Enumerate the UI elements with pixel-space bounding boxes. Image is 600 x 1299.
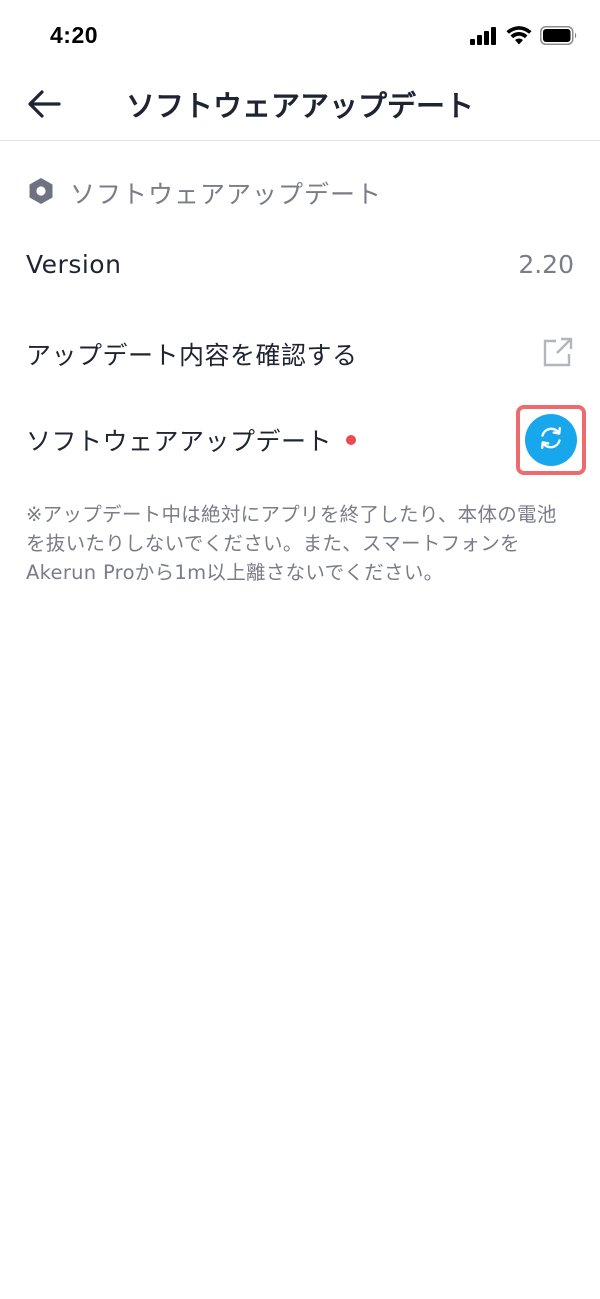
version-label: Version — [26, 249, 122, 279]
software-update-label-group: ソフトウェアアップデート — [26, 422, 357, 458]
wifi-icon — [506, 26, 532, 45]
signal-icon — [470, 26, 498, 45]
status-bar: 4:20 — [0, 0, 600, 72]
update-button[interactable] — [525, 414, 577, 466]
external-link-icon[interactable] — [542, 336, 574, 372]
section-header: ソフトウェアアップデート — [28, 175, 382, 211]
version-row: Version 2.20 — [26, 246, 574, 282]
release-notes-label: アップデート内容を確認する — [26, 341, 358, 370]
software-update-label: ソフトウェアアップデート — [26, 427, 333, 456]
status-icons — [470, 26, 578, 45]
navigation-bar: ソフトウェアアップデート — [0, 72, 600, 141]
warning-note: ※アップデート中は絶対にアプリを終了したり、本体の電池を抜いたりしないでください… — [26, 503, 557, 584]
software-update-row: ソフトウェアアップデート — [26, 400, 586, 480]
section-title: ソフトウェアアップデート — [70, 180, 383, 209]
notification-dot — [346, 435, 357, 445]
battery-icon — [540, 26, 578, 45]
version-value: 2.20 — [518, 249, 574, 279]
release-notes-row[interactable]: アップデート内容を確認する — [26, 334, 574, 374]
status-time: 4:20 — [50, 22, 99, 48]
refresh-icon — [537, 424, 565, 456]
page-title: ソフトウェアアップデート — [125, 89, 474, 123]
hexagon-nut-icon — [28, 177, 54, 209]
update-button-highlight — [516, 405, 586, 475]
